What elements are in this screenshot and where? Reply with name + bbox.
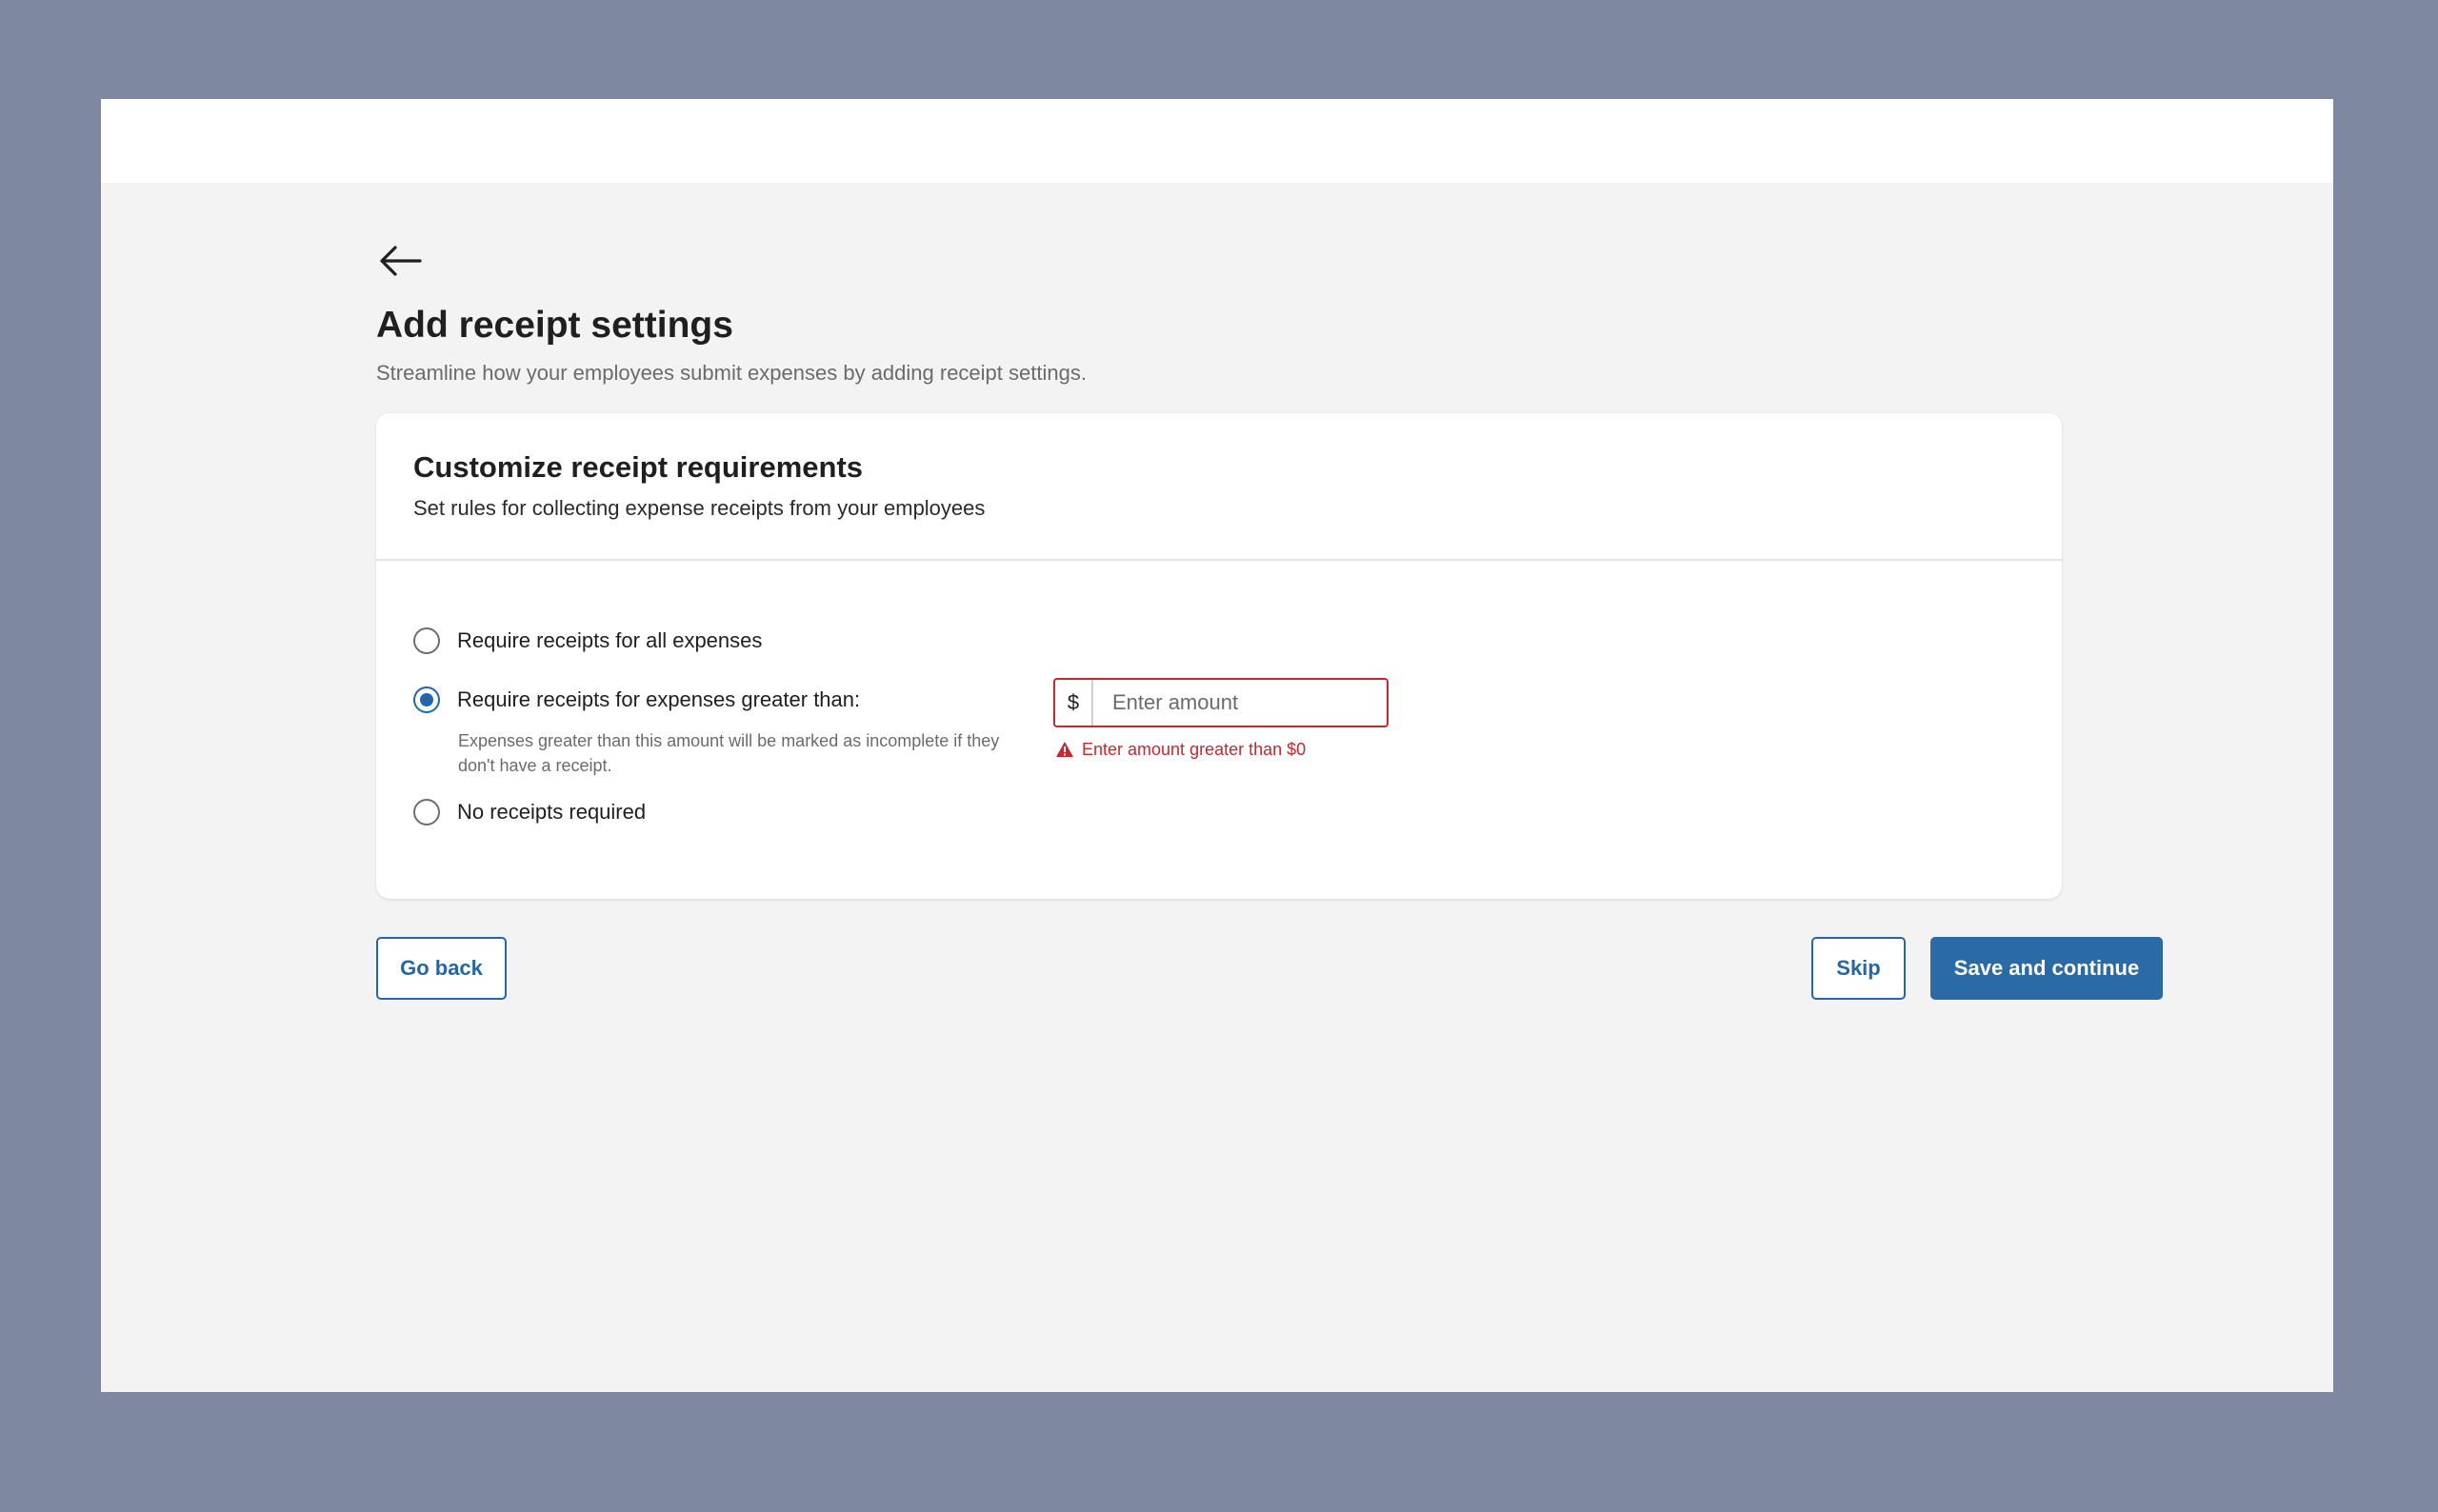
save-and-continue-button[interactable]: Save and continue (1930, 937, 2163, 1000)
card-title: Customize receipt requirements (413, 450, 864, 484)
option-require-all[interactable]: Require receipts for all expenses (413, 627, 762, 654)
card-header: Customize receipt requirements Set rules… (376, 413, 2062, 561)
amount-field[interactable]: $ (1053, 678, 1389, 727)
amount-error-message: Enter amount greater than $0 (1055, 738, 1306, 761)
option-label: Require receipts for all expenses (457, 628, 763, 652)
page-subtitle: Streamline how your employees submit exp… (376, 361, 1087, 385)
page-title: Add receipt settings (376, 305, 733, 346)
receipt-requirements-card: Customize receipt requirements Set rules… (376, 413, 2062, 899)
option-label: No receipts required (457, 800, 647, 824)
currency-symbol: $ (1055, 680, 1093, 726)
option-no-receipts[interactable]: No receipts required (413, 799, 646, 826)
warning-icon (1056, 742, 1073, 757)
error-text: Enter amount greater than $0 (1082, 740, 1307, 759)
card-subtitle: Set rules for collecting expense receipt… (413, 496, 986, 520)
option-require-greater-than[interactable]: Require receipts for expenses greater th… (413, 686, 860, 713)
option-label: Require receipts for expenses greater th… (457, 687, 861, 711)
skip-button[interactable]: Skip (1811, 937, 1906, 1000)
radio-no-receipts[interactable] (413, 799, 440, 826)
card-body: Require receipts for all expenses Requir… (376, 561, 2062, 897)
amount-input[interactable] (1093, 680, 1387, 726)
radio-require-greater-than[interactable] (413, 686, 440, 713)
helper-text: Expenses greater than this amount will b… (458, 731, 1000, 775)
top-bar (101, 99, 2333, 183)
main-content: Add receipt settings Streamline how your… (376, 242, 2163, 1000)
app-window: Add receipt settings Streamline how your… (101, 99, 2333, 1392)
back-arrow-icon[interactable] (376, 242, 424, 280)
action-bar: Go back Skip Save and continue (376, 937, 2163, 1000)
go-back-button[interactable]: Go back (376, 937, 507, 1000)
radio-require-all[interactable] (413, 627, 440, 654)
